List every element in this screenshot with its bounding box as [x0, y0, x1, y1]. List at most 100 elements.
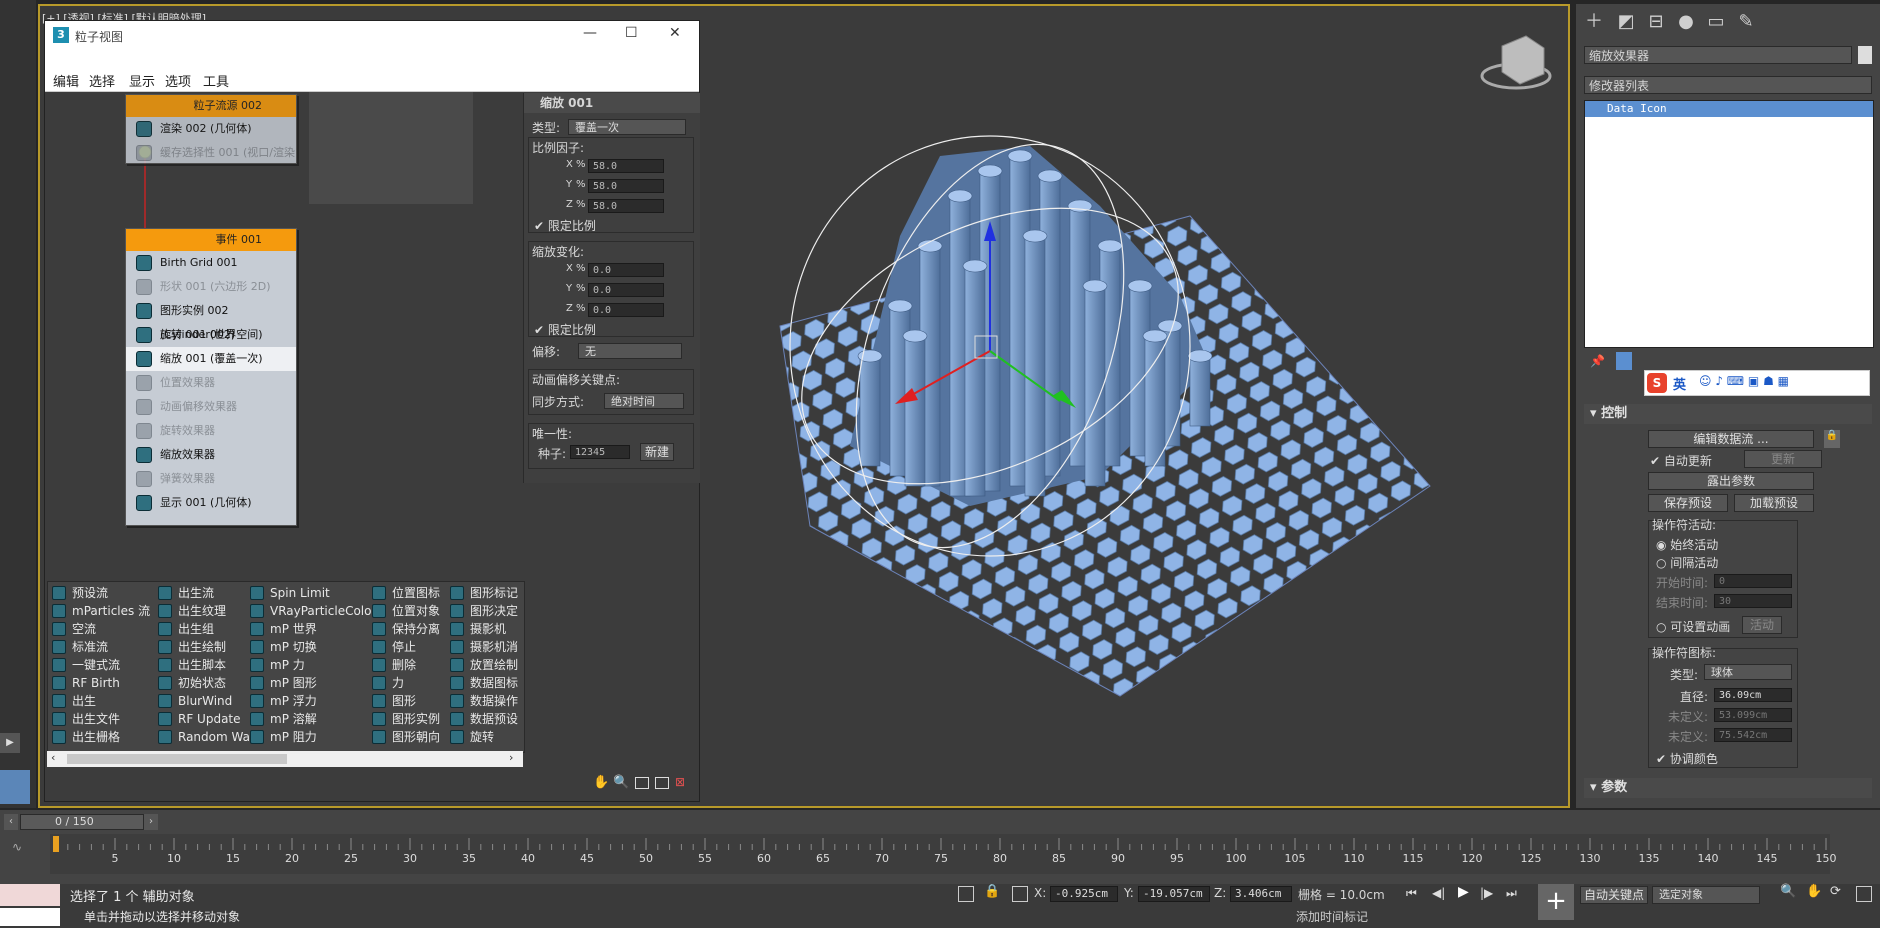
undefined1-spinner[interactable]: 53.099cm	[1714, 708, 1792, 722]
depot-item[interactable]: 图形标记	[448, 584, 522, 602]
depot-item[interactable]: 空流	[50, 620, 150, 638]
goto-end-button[interactable]: ⏭	[1506, 886, 1517, 901]
depot-item[interactable]: mP 浮力	[248, 692, 376, 710]
op-render[interactable]: 渲染 002 (几何体)	[126, 117, 296, 141]
flow-source-title[interactable]: 粒子流源 002	[126, 95, 296, 117]
load-preset-button[interactable]: 加载预设	[1734, 494, 1814, 512]
var-z-spinner[interactable]: 0.0	[588, 303, 664, 317]
maxscript-line2[interactable]	[0, 908, 60, 926]
seed-spinner[interactable]: 12345	[570, 445, 630, 459]
next-key-button[interactable]: |▶	[1480, 886, 1493, 900]
depot-item[interactable]: 初始状态	[156, 674, 260, 692]
close-button[interactable]: ✕	[669, 25, 681, 41]
constrain-checkbox-2[interactable]: ✔ 限定比例	[534, 321, 596, 338]
coord-color-checkbox[interactable]: ✔ 协调颜色	[1656, 750, 1718, 767]
depot-item[interactable]: 摄影机消	[448, 638, 522, 656]
show-end-result-icon[interactable]	[1616, 352, 1632, 370]
op-spring-effector[interactable]: 弹簧效果器	[126, 467, 296, 491]
add-key-button[interactable]: +	[1538, 884, 1574, 920]
params-rollout-header[interactable]: ▾ 参数	[1584, 778, 1872, 798]
play-button[interactable]: ▶	[1458, 884, 1469, 900]
flow-source-node[interactable]: 粒子流源 002 渲染 002 (几何体) 缓存选择性 001 (视口/渲染	[125, 94, 297, 164]
stack-item-data-icon[interactable]: Data Icon	[1585, 101, 1873, 117]
op-shape[interactable]: 形状 001 (六边形 2D)	[126, 275, 296, 299]
depot-item[interactable]: mP 切换	[248, 638, 376, 656]
no-zoom-icon[interactable]: ⊠	[675, 775, 685, 789]
animatable-radio[interactable]: ○ 可设置动画	[1656, 618, 1730, 635]
maxscript-listener[interactable]	[0, 884, 60, 906]
edit-flow-button[interactable]: 编辑数据流 ...	[1648, 430, 1814, 448]
sync-dropdown[interactable]: 绝对时间	[604, 393, 684, 409]
modify-tab-icon[interactable]: ◩	[1616, 12, 1636, 32]
next-frame-button[interactable]: ›	[144, 814, 158, 830]
diameter-spinner[interactable]: 36.09cm	[1714, 688, 1792, 702]
depot-item[interactable]: RF Update	[156, 710, 260, 728]
prev-frame-button[interactable]: ‹	[4, 814, 18, 830]
depot-item[interactable]: Spin Limit	[248, 584, 376, 602]
minimize-button[interactable]: —	[583, 25, 597, 41]
pan-icon[interactable]: ✋	[593, 775, 609, 790]
event-node[interactable]: 事件 001 Birth Grid 001 形状 001 (六边形 2D) 图形…	[125, 228, 297, 526]
constrain-checkbox-1[interactable]: ✔ 限定比例	[534, 217, 596, 234]
depot-item[interactable]: mP 图形	[248, 674, 376, 692]
modifier-stack[interactable]: Data Icon	[1584, 100, 1874, 348]
flow-canvas[interactable]: 粒子流源 002 渲染 002 (几何体) 缓存选择性 001 (视口/渲染 事…	[45, 92, 523, 598]
scale-y-spinner[interactable]: 58.0	[588, 179, 664, 193]
depot-item[interactable]: 出生	[50, 692, 150, 710]
var-y-spinner[interactable]: 0.0	[588, 283, 664, 297]
event-title[interactable]: 事件 001	[126, 229, 296, 251]
depot-item[interactable]: 图形朝向	[370, 728, 440, 746]
x-coord-field[interactable]: -0.925cm	[1050, 886, 1118, 902]
start-time-spinner[interactable]: 0	[1714, 574, 1792, 588]
depot-item[interactable]: 出生文件	[50, 710, 150, 728]
op-scale-effector[interactable]: 缩放效果器	[126, 443, 296, 467]
active-button[interactable]: 活动	[1742, 616, 1782, 634]
zoom-region-icon[interactable]	[635, 777, 649, 789]
goto-start-button[interactable]: ⏮	[1406, 886, 1417, 901]
depot-item[interactable]: 旋转	[448, 728, 522, 746]
y-coord-field[interactable]: -19.057cm	[1138, 886, 1210, 902]
op-cache[interactable]: 缓存选择性 001 (视口/渲染	[126, 141, 296, 165]
interval-active-radio[interactable]: ○ 间隔活动	[1656, 554, 1718, 571]
object-color-swatch[interactable]	[1858, 46, 1872, 64]
depot-item[interactable]: BlurWind	[156, 692, 260, 710]
depot-item[interactable]: 标准流	[50, 638, 150, 656]
ime-toolbar[interactable]: S 英 ☺ ♪ ⌨ ▣ ☗ ▦	[1644, 370, 1870, 396]
selected-object-dropdown[interactable]: 选定对象	[1652, 886, 1760, 904]
object-name-field[interactable]: 缩放效果器	[1584, 46, 1852, 64]
depot-item[interactable]: 出生栅格	[50, 728, 150, 746]
depot-item[interactable]: 出生流	[156, 584, 260, 602]
modifier-list-dropdown[interactable]: 修改器列表	[1584, 76, 1872, 94]
var-x-spinner[interactable]: 0.0	[588, 263, 664, 277]
auto-key-button[interactable]: 自动关键点	[1580, 886, 1648, 904]
prev-key-button[interactable]: ◀|	[1432, 886, 1445, 900]
ime-tools-icons[interactable]: ☺ ♪ ⌨ ▣ ☗ ▦	[1699, 374, 1789, 388]
depot-item[interactable]: 预设流	[50, 584, 150, 602]
depot-item[interactable]: 数据操作	[448, 692, 522, 710]
always-active-radio[interactable]: ◉ 始终活动	[1656, 536, 1718, 553]
update-button[interactable]: 更新	[1744, 450, 1822, 468]
expose-params-button[interactable]: 露出参数	[1648, 472, 1814, 490]
menu-tools[interactable]: 工具	[203, 71, 229, 90]
z-coord-field[interactable]: 3.406cm	[1230, 886, 1292, 902]
scroll-right-icon[interactable]: ›	[509, 751, 513, 764]
viewcube[interactable]	[1480, 35, 1552, 90]
depot-item[interactable]: 保持分离	[370, 620, 440, 638]
depot-item[interactable]: 放置绘制	[448, 656, 522, 674]
curve-editor-icon[interactable]: ∿	[12, 840, 22, 854]
isolate-icon[interactable]	[958, 886, 974, 902]
depot-item[interactable]: 出生纹理	[156, 602, 260, 620]
depot-item[interactable]: 数据图标	[448, 674, 522, 692]
bias-dropdown[interactable]: 无	[578, 343, 682, 359]
op-birth-grid[interactable]: Birth Grid 001	[126, 251, 296, 275]
ime-lang-label[interactable]: 英	[1673, 374, 1686, 393]
control-rollout-header[interactable]: ▾ 控制	[1584, 404, 1872, 424]
new-seed-button[interactable]: 新建	[640, 443, 674, 461]
depot-item[interactable]: RF Birth	[50, 674, 150, 692]
side-tab[interactable]	[0, 770, 30, 804]
pan-viewport-icon[interactable]: ✋	[1806, 884, 1822, 899]
depot-item[interactable]: mP 世界	[248, 620, 376, 638]
depot-item[interactable]: mParticles 流	[50, 602, 150, 620]
depot-item[interactable]: 数据预设	[448, 710, 522, 728]
zoom-viewport-icon[interactable]: 🔍	[1780, 884, 1796, 899]
